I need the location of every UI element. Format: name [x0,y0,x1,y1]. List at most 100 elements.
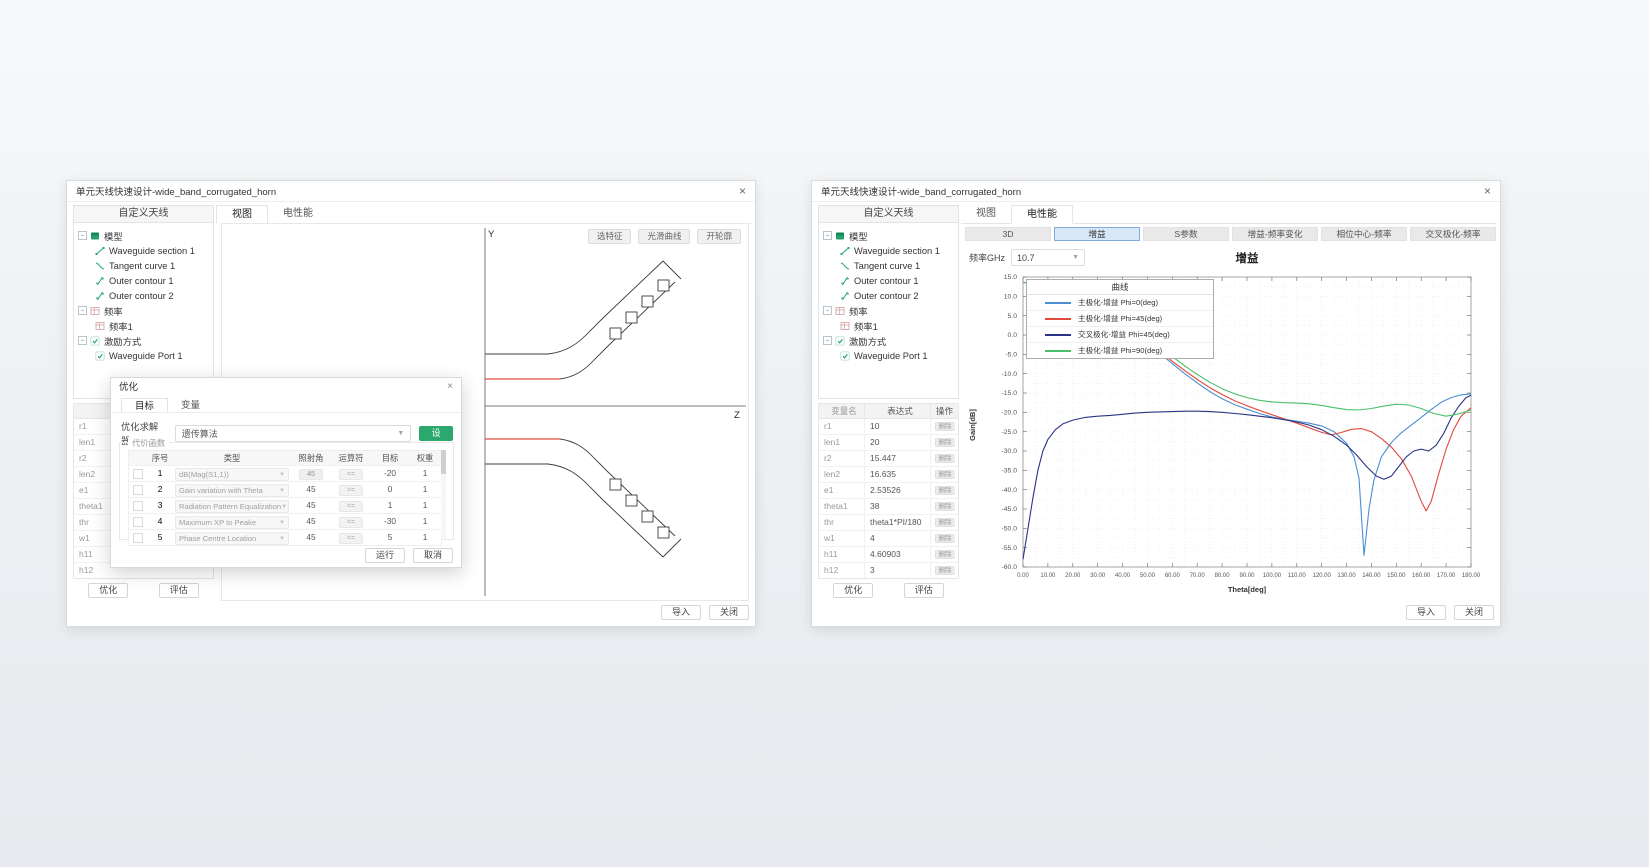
tree-item[interactable]: -激励方式 [74,333,213,348]
close-icon[interactable]: × [447,381,453,392]
operator-cell[interactable]: <= [331,498,371,513]
type-dropdown[interactable]: Radiation Pattern Equalization▼ [173,498,291,513]
table-row[interactable]: h123删除 [819,563,958,578]
tree-item[interactable]: Waveguide section 1 [74,243,213,258]
cost-function-row[interactable]: 4Maximum XP to Peake▼45<=-301 [129,514,441,530]
target-cell[interactable]: 5 [371,530,409,545]
cost-function-row[interactable]: 1dB(Mag(S1,1))▼45<=-201 [129,466,441,482]
type-dropdown[interactable]: Maximum XP to Peake▼ [173,514,291,529]
tree-item[interactable]: Outer contour 1 [819,273,958,288]
close-icon[interactable]: × [1484,185,1491,197]
weight-cell[interactable]: 1 [409,482,441,497]
target-cell[interactable]: -30 [371,514,409,529]
type-dropdown-box[interactable]: dB(Mag(S1,1))▼ [175,468,289,481]
tree-item[interactable]: Tangent curve 1 [74,258,213,273]
variable-expression-cell[interactable]: 38 [865,499,931,514]
weight-cell[interactable]: 1 [409,514,441,529]
angle-cell[interactable]: 45 [291,530,331,545]
table-row[interactable]: r110删除 [819,419,958,435]
type-dropdown-box[interactable]: Phase Centre Location▼ [175,532,289,545]
import-button[interactable]: 导入 [661,605,701,620]
angle-cell[interactable]: 45 [291,514,331,529]
tab-view[interactable]: 视图 [961,205,1011,223]
optimize-button[interactable]: 优化 [833,583,873,598]
evaluate-button[interactable]: 评估 [159,583,199,598]
tree-item[interactable]: Outer contour 1 [74,273,213,288]
delete-button[interactable]: 删除 [935,566,955,575]
tree-item[interactable]: Waveguide Port 1 [819,348,958,363]
import-button[interactable]: 导入 [1406,605,1446,620]
delete-button[interactable]: 删除 [935,438,955,447]
tab-view[interactable]: 视图 [216,205,268,224]
checkbox[interactable] [133,533,143,543]
operator-cell[interactable]: <= [331,530,371,545]
weight-cell[interactable]: 1 [409,530,441,545]
settings-button[interactable]: 设置 [419,426,453,441]
tree-item[interactable]: -激励方式 [819,333,958,348]
target-cell[interactable]: 1 [371,498,409,513]
weight-cell[interactable]: 1 [409,466,441,481]
tree-item[interactable]: Outer contour 2 [819,288,958,303]
delete-button[interactable]: 删除 [935,422,955,431]
tree-item[interactable]: -频率 [819,303,958,318]
type-dropdown-box[interactable]: Radiation Pattern Equalization▼ [175,500,289,513]
angle-cell[interactable]: 45 [291,482,331,497]
close-icon[interactable]: × [739,185,746,197]
result-type-button[interactable]: S参数 [1143,227,1229,241]
type-dropdown[interactable]: dB(Mag(S1,1))▼ [173,466,291,481]
delete-button[interactable]: 删除 [935,550,955,559]
tree-item[interactable]: -频率 [74,303,213,318]
type-dropdown-box[interactable]: Gain variation with Theta▼ [175,484,289,497]
variable-expression-cell[interactable]: 4.60903 [865,547,931,562]
delete-button[interactable]: 删除 [935,502,955,511]
delete-button[interactable]: 删除 [935,470,955,479]
target-cell[interactable]: 0 [371,482,409,497]
type-dropdown[interactable]: Gain variation with Theta▼ [173,482,291,497]
operator-cell[interactable]: <= [331,514,371,529]
tree-item[interactable]: 频率1 [819,318,958,333]
table-row[interactable]: w14删除 [819,531,958,547]
frequency-dropdown[interactable]: 10.7 ▼ [1011,249,1085,266]
delete-button[interactable]: 删除 [935,534,955,543]
operator-cell[interactable]: <= [331,466,371,481]
optimize-button[interactable]: 优化 [88,583,128,598]
variable-expression-cell[interactable]: theta1*PI/180 [865,515,931,530]
variable-expression-cell[interactable]: 2.53526 [865,483,931,498]
cancel-button[interactable]: 取消 [413,548,453,563]
type-dropdown-box[interactable]: Maximum XP to Peake▼ [175,516,289,529]
tab-performance[interactable]: 电性能 [1011,205,1073,224]
tree-item[interactable]: Outer contour 2 [74,288,213,303]
table-row[interactable]: theta138删除 [819,499,958,515]
delete-button[interactable]: 删除 [935,518,955,527]
angle-input[interactable]: 45 [299,469,323,480]
checkbox[interactable] [133,517,143,527]
view-toolbar-button[interactable]: 开轮廓 [697,229,741,244]
close-button[interactable]: 关闭 [709,605,749,620]
operator-cell[interactable]: >= [331,482,371,497]
tree-expander[interactable]: - [78,336,87,345]
result-type-button[interactable]: 增益-频率变化 [1232,227,1318,241]
result-type-button[interactable]: 相位中心-频率 [1321,227,1407,241]
tree-item[interactable]: Tangent curve 1 [819,258,958,273]
cost-function-row[interactable]: 2Gain variation with Theta▼45>=01 [129,482,441,498]
variable-expression-cell[interactable]: 4 [865,531,931,546]
variable-expression-cell[interactable]: 10 [865,419,931,434]
tree-item[interactable]: Waveguide section 1 [819,243,958,258]
tree-expander[interactable]: - [823,306,832,315]
table-row[interactable]: r215.447删除 [819,451,958,467]
checkbox[interactable] [133,501,143,511]
delete-button[interactable]: 删除 [935,486,955,495]
tree-expander[interactable]: - [823,231,832,240]
table-row[interactable]: e12.53526删除 [819,483,958,499]
checkbox[interactable] [133,469,143,479]
scrollbar-thumb[interactable] [441,450,446,474]
result-type-button[interactable]: 交叉极化-频率 [1410,227,1496,241]
table-row[interactable]: len120删除 [819,435,958,451]
table-row[interactable]: h114.60903删除 [819,547,958,563]
cost-function-row[interactable]: 3Radiation Pattern Equalization▼45<=11 [129,498,441,514]
view-toolbar-button[interactable]: 选特征 [588,229,632,244]
variable-expression-cell[interactable]: 16.635 [865,467,931,482]
run-button[interactable]: 运行 [365,548,405,563]
tree-expander[interactable]: - [78,306,87,315]
target-cell[interactable]: -20 [371,466,409,481]
